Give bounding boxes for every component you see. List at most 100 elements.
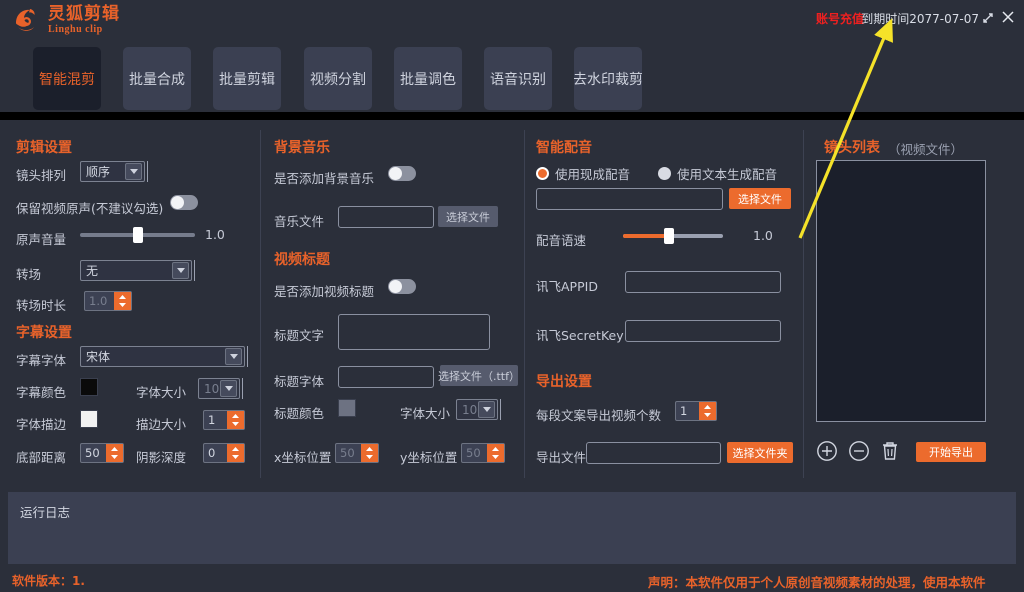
- chevron-down-icon: [125, 163, 142, 180]
- tab-speech-recog[interactable]: 语音识别: [484, 47, 552, 110]
- outline-size-stepper[interactable]: 1: [203, 410, 245, 430]
- stepper-arrows-icon[interactable]: [114, 292, 131, 310]
- xunfei-secretkey-label: 讯飞SecretKey: [536, 325, 624, 344]
- export-folder-input[interactable]: [586, 442, 721, 464]
- stepper-arrows-icon[interactable]: [106, 444, 123, 462]
- stepper-arrows-icon[interactable]: [227, 411, 244, 429]
- subtitle-size-label: 字体大小: [136, 382, 186, 401]
- text-caret: [242, 378, 243, 399]
- tab-video-split[interactable]: 视频分割: [304, 47, 372, 110]
- section-subtitle-settings-title: 字幕设置: [16, 322, 72, 342]
- stepper-arrows-icon[interactable]: [487, 444, 504, 462]
- tab-bar: 智能混剪 批量合成 批量剪辑 视频分割 批量调色 语音识别 去水印裁剪: [0, 47, 1024, 112]
- maximize-icon[interactable]: [981, 11, 995, 25]
- trash-icon[interactable]: [880, 440, 900, 462]
- dubbing-file-input[interactable]: [536, 188, 723, 210]
- subtitle-font-label: 字幕字体: [16, 350, 66, 369]
- export-count-label: 每段文案导出视频个数: [536, 405, 661, 424]
- transition-label: 转场: [16, 264, 41, 283]
- stepper-arrows-icon[interactable]: [699, 402, 716, 420]
- shot-list-title: 镜头列表: [824, 137, 880, 157]
- dubbing-speed-label: 配音语速: [536, 230, 586, 249]
- expiry-date-label: 到期时间2077-07-07: [861, 10, 979, 27]
- export-choose-folder-button[interactable]: 选择文件夹: [727, 442, 793, 463]
- tab-watermark-crop[interactable]: 去水印裁剪: [574, 47, 642, 110]
- export-count-stepper[interactable]: 1: [675, 401, 717, 421]
- tab-batch-edit[interactable]: 批量剪辑: [213, 47, 281, 110]
- radio-use-text-dubbing[interactable]: 使用文本生成配音: [658, 164, 777, 183]
- app-subtitle: Linghu clip: [48, 25, 120, 35]
- title-font-choose-button[interactable]: 选择文件（.ttf）: [440, 365, 518, 386]
- dubbing-choose-file-button[interactable]: 选择文件: [729, 188, 791, 209]
- slider-fill: [623, 234, 669, 238]
- bgm-choose-file-button[interactable]: 选择文件: [438, 206, 498, 227]
- transition-select[interactable]: 无: [80, 260, 192, 281]
- run-log-panel[interactable]: 运行日志: [8, 492, 1016, 564]
- stepper-arrows-icon[interactable]: [227, 444, 244, 462]
- shadow-depth-stepper[interactable]: 0: [203, 443, 245, 463]
- section-dubbing-title: 智能配音: [536, 137, 592, 157]
- radio-text-label: 使用文本生成配音: [677, 164, 777, 183]
- x-position-stepper[interactable]: 50: [335, 443, 379, 463]
- bottom-distance-label: 底部距离: [16, 447, 66, 466]
- title-color-label: 标题颜色: [274, 403, 324, 422]
- xunfei-appid-input[interactable]: [625, 271, 781, 293]
- tab-batch-compose[interactable]: 批量合成: [123, 47, 191, 110]
- shot-order-label: 镜头排列: [16, 165, 66, 184]
- subtitle-font-value: 宋体: [81, 348, 225, 365]
- keep-original-audio-toggle[interactable]: [170, 195, 198, 210]
- original-volume-value: 1.0: [205, 227, 225, 242]
- title-text-input[interactable]: [338, 314, 490, 350]
- bgm-enable-toggle[interactable]: [388, 166, 416, 181]
- transition-duration-stepper[interactable]: 1.0: [84, 291, 132, 311]
- subtitle-color-swatch[interactable]: [80, 378, 98, 396]
- text-caret: [147, 161, 148, 182]
- chevron-down-icon: [172, 262, 189, 279]
- software-version-label: 软件版本：1.: [12, 572, 85, 589]
- shot-list-box[interactable]: [816, 160, 986, 422]
- tab-batch-color[interactable]: 批量调色: [394, 47, 462, 110]
- title-font-input[interactable]: [338, 366, 434, 388]
- close-icon[interactable]: [999, 8, 1017, 26]
- tab-divider: [0, 112, 1024, 120]
- subtitle-outline-swatch[interactable]: [80, 410, 98, 428]
- subtitle-size-value: 10: [199, 382, 220, 396]
- subtitle-font-select[interactable]: 宋体: [80, 346, 245, 367]
- dubbing-speed-slider[interactable]: [623, 228, 723, 244]
- subtitle-size-select[interactable]: 10: [198, 378, 240, 399]
- y-position-stepper[interactable]: 50: [461, 443, 505, 463]
- xunfei-secretkey-input[interactable]: [625, 320, 781, 342]
- chevron-down-icon: [478, 401, 495, 418]
- text-caret: [194, 260, 195, 281]
- stepper-arrows-icon[interactable]: [361, 444, 378, 462]
- minus-circle-icon[interactable]: [848, 440, 870, 462]
- slider-knob[interactable]: [664, 228, 674, 244]
- tab-smart-mix[interactable]: 智能混剪: [33, 47, 101, 110]
- account-recharge-link[interactable]: 账号充值: [816, 10, 864, 27]
- radio-use-existing-dubbing[interactable]: 使用现成配音: [536, 164, 630, 183]
- bgm-file-input[interactable]: [338, 206, 434, 228]
- shot-order-select[interactable]: 顺序: [80, 161, 145, 182]
- dubbing-speed-value: 1.0: [753, 228, 773, 243]
- title-color-swatch[interactable]: [338, 399, 356, 417]
- section-video-title-title: 视频标题: [274, 249, 330, 269]
- run-log-label: 运行日志: [20, 502, 70, 521]
- x-position-value: 50: [336, 444, 361, 462]
- section-export-title: 导出设置: [536, 371, 592, 391]
- title-size-select[interactable]: 10: [456, 399, 498, 420]
- app-title: 灵狐剪辑: [48, 6, 120, 23]
- title-font-label: 标题字体: [274, 371, 324, 390]
- slider-knob[interactable]: [133, 227, 143, 243]
- bgm-enable-label: 是否添加背景音乐: [274, 168, 374, 187]
- start-export-button[interactable]: 开始导出: [916, 442, 986, 462]
- original-volume-slider[interactable]: [80, 227, 195, 243]
- shot-order-value: 顺序: [81, 163, 125, 180]
- video-title-enable-toggle[interactable]: [388, 279, 416, 294]
- plus-circle-icon[interactable]: [816, 440, 838, 462]
- transition-value: 无: [81, 262, 172, 279]
- section-bgm-title: 背景音乐: [274, 137, 330, 157]
- keep-original-audio-label: 保留视频原声(不建议勾选): [16, 198, 163, 217]
- original-volume-label: 原声音量: [16, 229, 66, 248]
- bottom-distance-stepper[interactable]: 50: [80, 443, 124, 463]
- bottom-distance-value: 50: [81, 444, 106, 462]
